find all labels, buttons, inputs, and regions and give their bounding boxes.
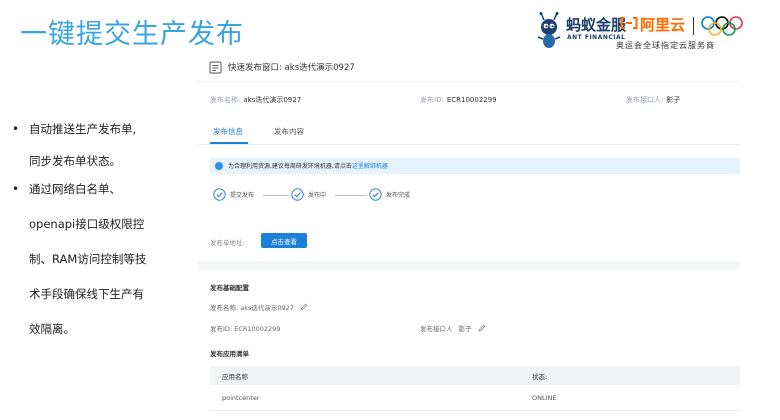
aliyun-sub: 奥运会全球指定云服务商 — [616, 41, 715, 50]
config-release-id: 发布ID: ECR10002299 — [210, 323, 280, 333]
active-tab-indicator — [210, 142, 248, 144]
field-label: 发布接口人: — [626, 96, 664, 104]
field-value: aks迭代演示0927 — [240, 304, 294, 312]
bullet-line: openapi接口级权限控 — [29, 217, 145, 231]
bullet-list: • 自动推送生产发布单, 同步发布单状态。 • 通过网络白名单、 openapi… — [12, 118, 177, 346]
release-steps: 提交发布 发布中 发布完成 — [213, 187, 453, 203]
bullet-line: 效隔离。 — [29, 322, 75, 336]
info-message: 为合理利用资源,建议每周研发环境机器,请点击 — [228, 163, 352, 170]
logo-divider — [693, 17, 694, 35]
release-info-card: 快速发布窗口: aks迭代演示0927 发布名称: aks迭代演示0927 发布I… — [198, 53, 740, 261]
view-release-button[interactable]: 点击查看 — [261, 233, 307, 248]
app-status-cell: ONLINE — [532, 394, 557, 402]
window-title: 快速发布窗口: aks迭代演示0927 — [228, 63, 355, 73]
check-circle-icon — [369, 188, 382, 201]
table-row[interactable]: pointcenter ONLINE — [210, 385, 740, 411]
table-header: 应用名称 状态: — [210, 366, 740, 385]
tab-bar: 发布信息 发布内容 — [198, 121, 740, 145]
partner-logos: 蚂蚁金服 ANT FINANCIAL 阿里云 奥运会全球指定云服务商 — [534, 10, 766, 56]
info-icon — [215, 162, 223, 170]
bullet-line: 自动推送生产发布单, — [29, 122, 137, 136]
config-release-owner: 发布接口人 影子 — [420, 323, 486, 333]
field-value: ECR10002299 — [234, 325, 281, 333]
unbind-machine-link[interactable]: 这里解绑机器 — [352, 163, 388, 170]
olympic-rings-icon — [701, 16, 743, 36]
check-circle-icon — [291, 188, 304, 201]
release-url-label: 发布单地址: — [210, 239, 245, 247]
bullet-item: • 自动推送生产发布单, 同步发布单状态。 — [12, 118, 177, 172]
step-label: 发布中 — [308, 192, 327, 199]
bullet-dot-icon: • — [12, 122, 20, 136]
column-header-status: 状态: — [532, 373, 548, 381]
aliyun-bracket-icon — [620, 17, 638, 29]
config-release-name: 发布名称: aks迭代演示0927 — [210, 302, 308, 312]
step-connector — [263, 195, 289, 196]
release-app-panel: 快速发布窗口: aks迭代演示0927 发布名称: aks迭代演示0927 发布I… — [198, 53, 740, 420]
field-label: 发布ID: — [210, 325, 233, 333]
summary-release-name: 发布名称: aks迭代演示0927 — [210, 95, 301, 105]
tab-release-content[interactable]: 发布内容 — [274, 126, 304, 137]
bullet-line: 通过网络白名单、 — [29, 182, 121, 196]
bullet-line: 同步发布单状态。 — [29, 154, 121, 168]
step-label: 发布完成 — [386, 192, 411, 199]
check-circle-icon — [213, 188, 226, 201]
ant-mascot-icon — [537, 12, 561, 48]
ant-financial-name: 蚂蚁金服 — [566, 16, 627, 34]
field-value: ECR10002299 — [446, 96, 497, 104]
aliyun-name: 阿里云 — [640, 16, 686, 34]
info-banner: 为合理利用资源,建议每周研发环境机器,请点击这里解绑机器 — [210, 158, 740, 174]
field-label: 发布ID: — [420, 96, 444, 104]
document-icon — [209, 61, 222, 74]
bullet-line: 制、RAM访问控制等技 — [29, 252, 147, 266]
app-name-cell: pointcenter — [222, 394, 260, 402]
summary-release-id: 发布ID: ECR10002299 — [420, 95, 497, 105]
field-value: aks迭代演示0927 — [243, 96, 302, 104]
column-header-app-name: 应用名称 — [222, 373, 248, 381]
edit-pencil-icon[interactable] — [300, 303, 308, 311]
bullet-line: 术手段确保线下生产有 — [29, 287, 144, 301]
slide-title: 一键提交生产发布 — [20, 19, 244, 50]
basic-config-title: 发布基础配置 — [210, 284, 249, 292]
divider — [198, 81, 740, 82]
info-text: 为合理利用资源,建议每周研发环境机器,请点击这里解绑机器 — [228, 161, 388, 170]
field-label: 发布接口人 — [420, 325, 453, 333]
summary-release-owner: 发布接口人: 影子 — [626, 95, 680, 105]
field-label: 发布名称: — [210, 96, 241, 104]
bullet-dot-icon: • — [12, 182, 20, 196]
release-config-card: 发布基础配置 发布名称: aks迭代演示0927 发布ID: ECR100022… — [198, 270, 740, 420]
field-value: 影子 — [666, 96, 681, 104]
step-connector — [335, 195, 367, 196]
step-label: 提交发布 — [230, 192, 255, 199]
edit-pencil-icon[interactable] — [478, 324, 486, 332]
field-value: 影子 — [458, 325, 472, 333]
app-list-title: 发布应用清单 — [210, 350, 249, 358]
bullet-item: • 通过网络白名单、 openapi接口级权限控 制、RAM访问控制等技 术手段… — [12, 178, 177, 340]
field-label: 发布名称: — [210, 304, 239, 312]
tab-release-info[interactable]: 发布信息 — [213, 126, 243, 137]
